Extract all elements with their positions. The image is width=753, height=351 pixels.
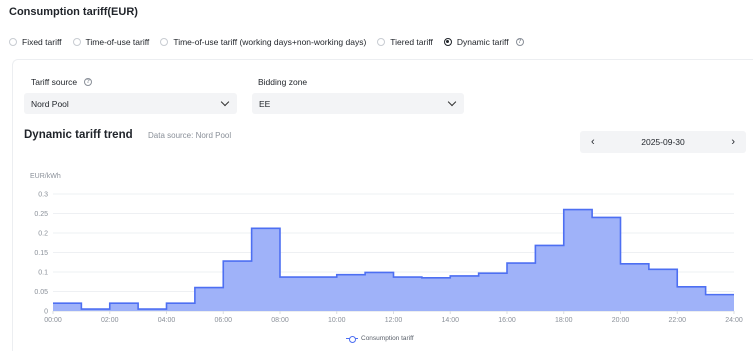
- data-bar-hour-13: [422, 278, 450, 311]
- x-tick-label: 24:00: [725, 317, 743, 324]
- x-tick-label: 08:00: [271, 317, 289, 324]
- y-tick-label: 0.25: [34, 211, 48, 218]
- x-tick-label: 04:00: [158, 317, 176, 324]
- y-tick-label: 0.1: [38, 270, 48, 277]
- data-bar-hour-12: [394, 277, 422, 311]
- y-tick-label: 0: [44, 309, 48, 316]
- y-axis-unit-label: EUR/kWh: [30, 173, 61, 180]
- data-bar-hour-23: [706, 295, 734, 311]
- x-tick-label: 16:00: [498, 317, 516, 324]
- x-tick-label: 06:00: [214, 317, 232, 324]
- y-tick-label: 0.15: [34, 250, 48, 257]
- data-bar-hour-1: [81, 309, 109, 311]
- data-bar-hour-14: [450, 276, 478, 311]
- x-tick-label: 12:00: [385, 317, 403, 324]
- data-bar-hour-6: [223, 261, 251, 311]
- tariff-trend-chart: EUR/kWh 0 0.05 0.1 0.15 0.2 0.25 0.3 00:00 02:00 0…: [30, 173, 743, 324]
- data-bar-hour-11: [365, 272, 393, 311]
- x-tick-label: 20:00: [612, 317, 630, 324]
- data-bar-hour-16: [507, 263, 535, 311]
- data-bar-hour-22: [677, 287, 705, 311]
- data-bar-hour-17: [535, 245, 563, 311]
- data-bar-hour-3: [138, 309, 166, 311]
- x-tick-label: 14:00: [441, 317, 459, 324]
- y-tick-label: 0.05: [34, 289, 48, 296]
- legend-label: Consumption tariff: [361, 335, 414, 342]
- data-bar-hour-10: [337, 275, 365, 311]
- data-bar-hour-19: [592, 217, 620, 311]
- x-tick-label: 00:00: [44, 317, 62, 324]
- data-bar-hour-7: [252, 228, 280, 311]
- chart-legend[interactable]: Consumption tariff: [346, 335, 414, 343]
- data-bar-hour-0: [53, 303, 81, 311]
- legend-line-marker-icon: [346, 335, 358, 343]
- data-bar-hour-2: [110, 303, 138, 311]
- data-bar-hour-15: [479, 273, 507, 311]
- x-tick-label: 18:00: [555, 317, 573, 324]
- data-bar-hour-8: [280, 277, 308, 311]
- x-tick-label: 02:00: [101, 317, 119, 324]
- data-bar-hour-18: [564, 210, 592, 311]
- x-tick-label: 10:00: [328, 317, 346, 324]
- data-bar-hour-4: [167, 303, 195, 311]
- data-bar-hour-21: [649, 269, 677, 311]
- data-bar-hour-5: [195, 288, 223, 311]
- y-tick-label: 0.3: [38, 192, 48, 199]
- y-tick-label: 0.2: [38, 231, 48, 238]
- data-bar-hour-9: [308, 277, 336, 311]
- x-tick-label: 22:00: [668, 317, 686, 324]
- data-bar-hour-20: [621, 264, 649, 311]
